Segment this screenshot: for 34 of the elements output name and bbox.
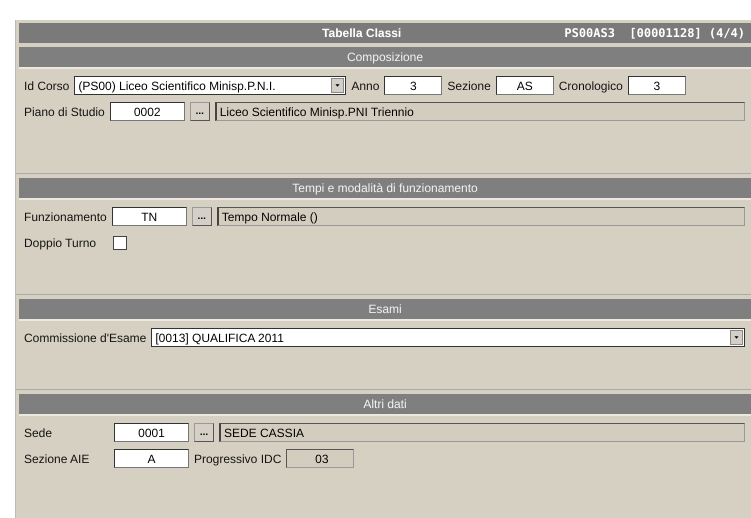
window-title: Tabella Classi: [321, 26, 402, 40]
record-id: PS00AS3 [00001128] (4/4): [564, 26, 746, 40]
field-label: Piano di Studio: [24, 104, 105, 118]
field-label: Anno: [351, 78, 380, 92]
readonly-field: Liceo Scientifico Minisp.PNI Triennio: [214, 102, 745, 121]
readonly-field: SEDE CASSIA: [219, 423, 745, 442]
field-label: Sezione AIE: [24, 452, 90, 466]
browse-button[interactable]: ...: [194, 423, 214, 442]
readonly-field: 03: [286, 449, 354, 468]
input-field[interactable]: 3: [384, 76, 442, 95]
input-field[interactable]: AS: [496, 76, 554, 95]
browse-button[interactable]: ...: [190, 102, 210, 121]
section-header: Composizione: [19, 47, 751, 69]
field-label: Sede: [24, 426, 54, 440]
dropdown-field[interactable]: (PS00) Liceo Scientifico Minisp.P.N.I.: [74, 76, 346, 95]
input-field[interactable]: 0001: [114, 423, 189, 442]
input-field[interactable]: TN: [112, 207, 187, 226]
browse-button[interactable]: ...: [192, 207, 212, 226]
input-field[interactable]: A: [114, 449, 189, 468]
field-label: Doppio Turno: [24, 236, 96, 250]
readonly-field: Tempo Normale (): [216, 207, 745, 226]
section-header: Altri dati: [19, 394, 751, 416]
input-field[interactable]: 3: [628, 76, 686, 95]
field-label: Sezione: [447, 78, 491, 92]
field-label: Progressivo IDC: [194, 452, 282, 466]
checkbox[interactable]: [113, 236, 128, 250]
section-header: Esami: [19, 299, 751, 321]
field-label: Id Corso: [24, 78, 70, 92]
field-label: Funzionamento: [24, 210, 107, 224]
section-header: Tempi e modalità di funzionamento: [19, 178, 751, 200]
field-label: Cronologico: [558, 78, 623, 92]
dropdown-field[interactable]: [0013] QUALIFICA 2011: [151, 328, 745, 347]
input-field[interactable]: 0002: [110, 102, 185, 121]
field-label: Commissione d'Esame: [24, 330, 146, 344]
